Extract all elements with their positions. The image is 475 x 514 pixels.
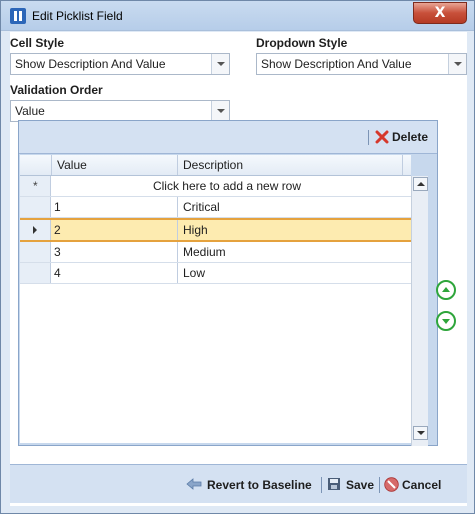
footer-separator: [321, 477, 322, 493]
row-handle[interactable]: [20, 197, 51, 217]
column-divider: [177, 220, 178, 240]
title-bar: Edit Picklist Field X: [1, 1, 474, 31]
dropdown-style-dropdown[interactable]: Show Description And Value: [256, 53, 467, 75]
cell-value[interactable]: 1: [54, 200, 61, 214]
chevron-down-icon[interactable]: [448, 54, 466, 74]
validation-order-dropdown[interactable]: Value: [10, 100, 230, 122]
move-up-icon[interactable]: [436, 280, 456, 300]
delete-x-icon[interactable]: [375, 130, 389, 144]
cell-style-dropdown[interactable]: Show Description And Value: [10, 53, 230, 75]
row-handle[interactable]: [20, 263, 51, 283]
table-row[interactable]: 3 Medium: [20, 242, 411, 263]
row-handle[interactable]: *: [20, 176, 51, 196]
revert-arrow-icon[interactable]: [186, 478, 202, 490]
new-row-hint[interactable]: Click here to add a new row: [52, 179, 402, 193]
cell-style-value: Show Description And Value: [15, 57, 166, 71]
dialog-footer: Revert to Baseline Save Cancel: [10, 464, 467, 503]
chevron-down-icon[interactable]: [211, 54, 229, 74]
footer-separator: [379, 477, 380, 493]
column-divider: [402, 155, 403, 175]
current-row-indicator-icon: [33, 226, 37, 234]
dialog-window: Edit Picklist Field X Cell Style Show De…: [0, 0, 475, 514]
save-disk-icon[interactable]: [327, 477, 341, 491]
toolbar-separator: [368, 130, 369, 145]
grid-scrollbar[interactable]: [411, 176, 428, 446]
cell-description[interactable]: Low: [183, 266, 205, 280]
picklist-grid-panel: Delete Value Description * Click here to…: [18, 120, 438, 446]
table-row[interactable]: 1 Critical: [20, 197, 411, 218]
grid-header: Value Description: [20, 155, 411, 176]
delete-button[interactable]: Delete: [392, 130, 428, 144]
cancel-icon[interactable]: [384, 477, 399, 492]
row-handle[interactable]: [20, 220, 51, 240]
table-row[interactable]: 4 Low: [20, 263, 411, 284]
window-title: Edit Picklist Field: [32, 9, 123, 23]
picklist-grid: Value Description * Click here to add a …: [20, 155, 411, 443]
revert-to-baseline-button[interactable]: Revert to Baseline: [207, 478, 312, 492]
save-button[interactable]: Save: [346, 478, 374, 492]
column-divider: [177, 197, 178, 217]
cell-value[interactable]: 4: [54, 266, 61, 280]
cell-description[interactable]: Medium: [183, 245, 226, 259]
cell-description[interactable]: Critical: [183, 200, 220, 214]
scroll-down-icon[interactable]: [413, 426, 428, 440]
column-header-value[interactable]: Value: [57, 158, 87, 172]
validation-order-label: Validation Order: [10, 83, 103, 97]
new-row-marker: *: [33, 179, 38, 193]
cell-style-label: Cell Style: [10, 36, 65, 50]
dropdown-style-label: Dropdown Style: [256, 36, 348, 50]
table-row-selected[interactable]: 2 High: [20, 218, 411, 242]
row-handle[interactable]: [20, 242, 51, 262]
app-icon: [10, 8, 26, 24]
move-down-icon[interactable]: [436, 311, 456, 331]
cell-description[interactable]: High: [183, 223, 208, 237]
new-row[interactable]: * Click here to add a new row: [20, 176, 411, 197]
validation-order-value: Value: [15, 104, 45, 118]
column-header-description[interactable]: Description: [183, 158, 243, 172]
cell-value[interactable]: 3: [54, 245, 61, 259]
dropdown-style-value: Show Description And Value: [261, 57, 412, 71]
column-divider: [177, 242, 178, 262]
column-divider: [177, 155, 178, 175]
cancel-button[interactable]: Cancel: [402, 478, 441, 492]
cell-value[interactable]: 2: [54, 223, 61, 237]
grid-toolbar: Delete: [19, 121, 437, 154]
scroll-up-icon[interactable]: [413, 177, 428, 191]
close-button[interactable]: X: [413, 2, 467, 24]
column-divider: [51, 155, 52, 175]
dialog-body: Cell Style Show Description And Value Dr…: [10, 32, 467, 506]
column-divider: [177, 263, 178, 283]
chevron-down-icon[interactable]: [211, 101, 229, 121]
